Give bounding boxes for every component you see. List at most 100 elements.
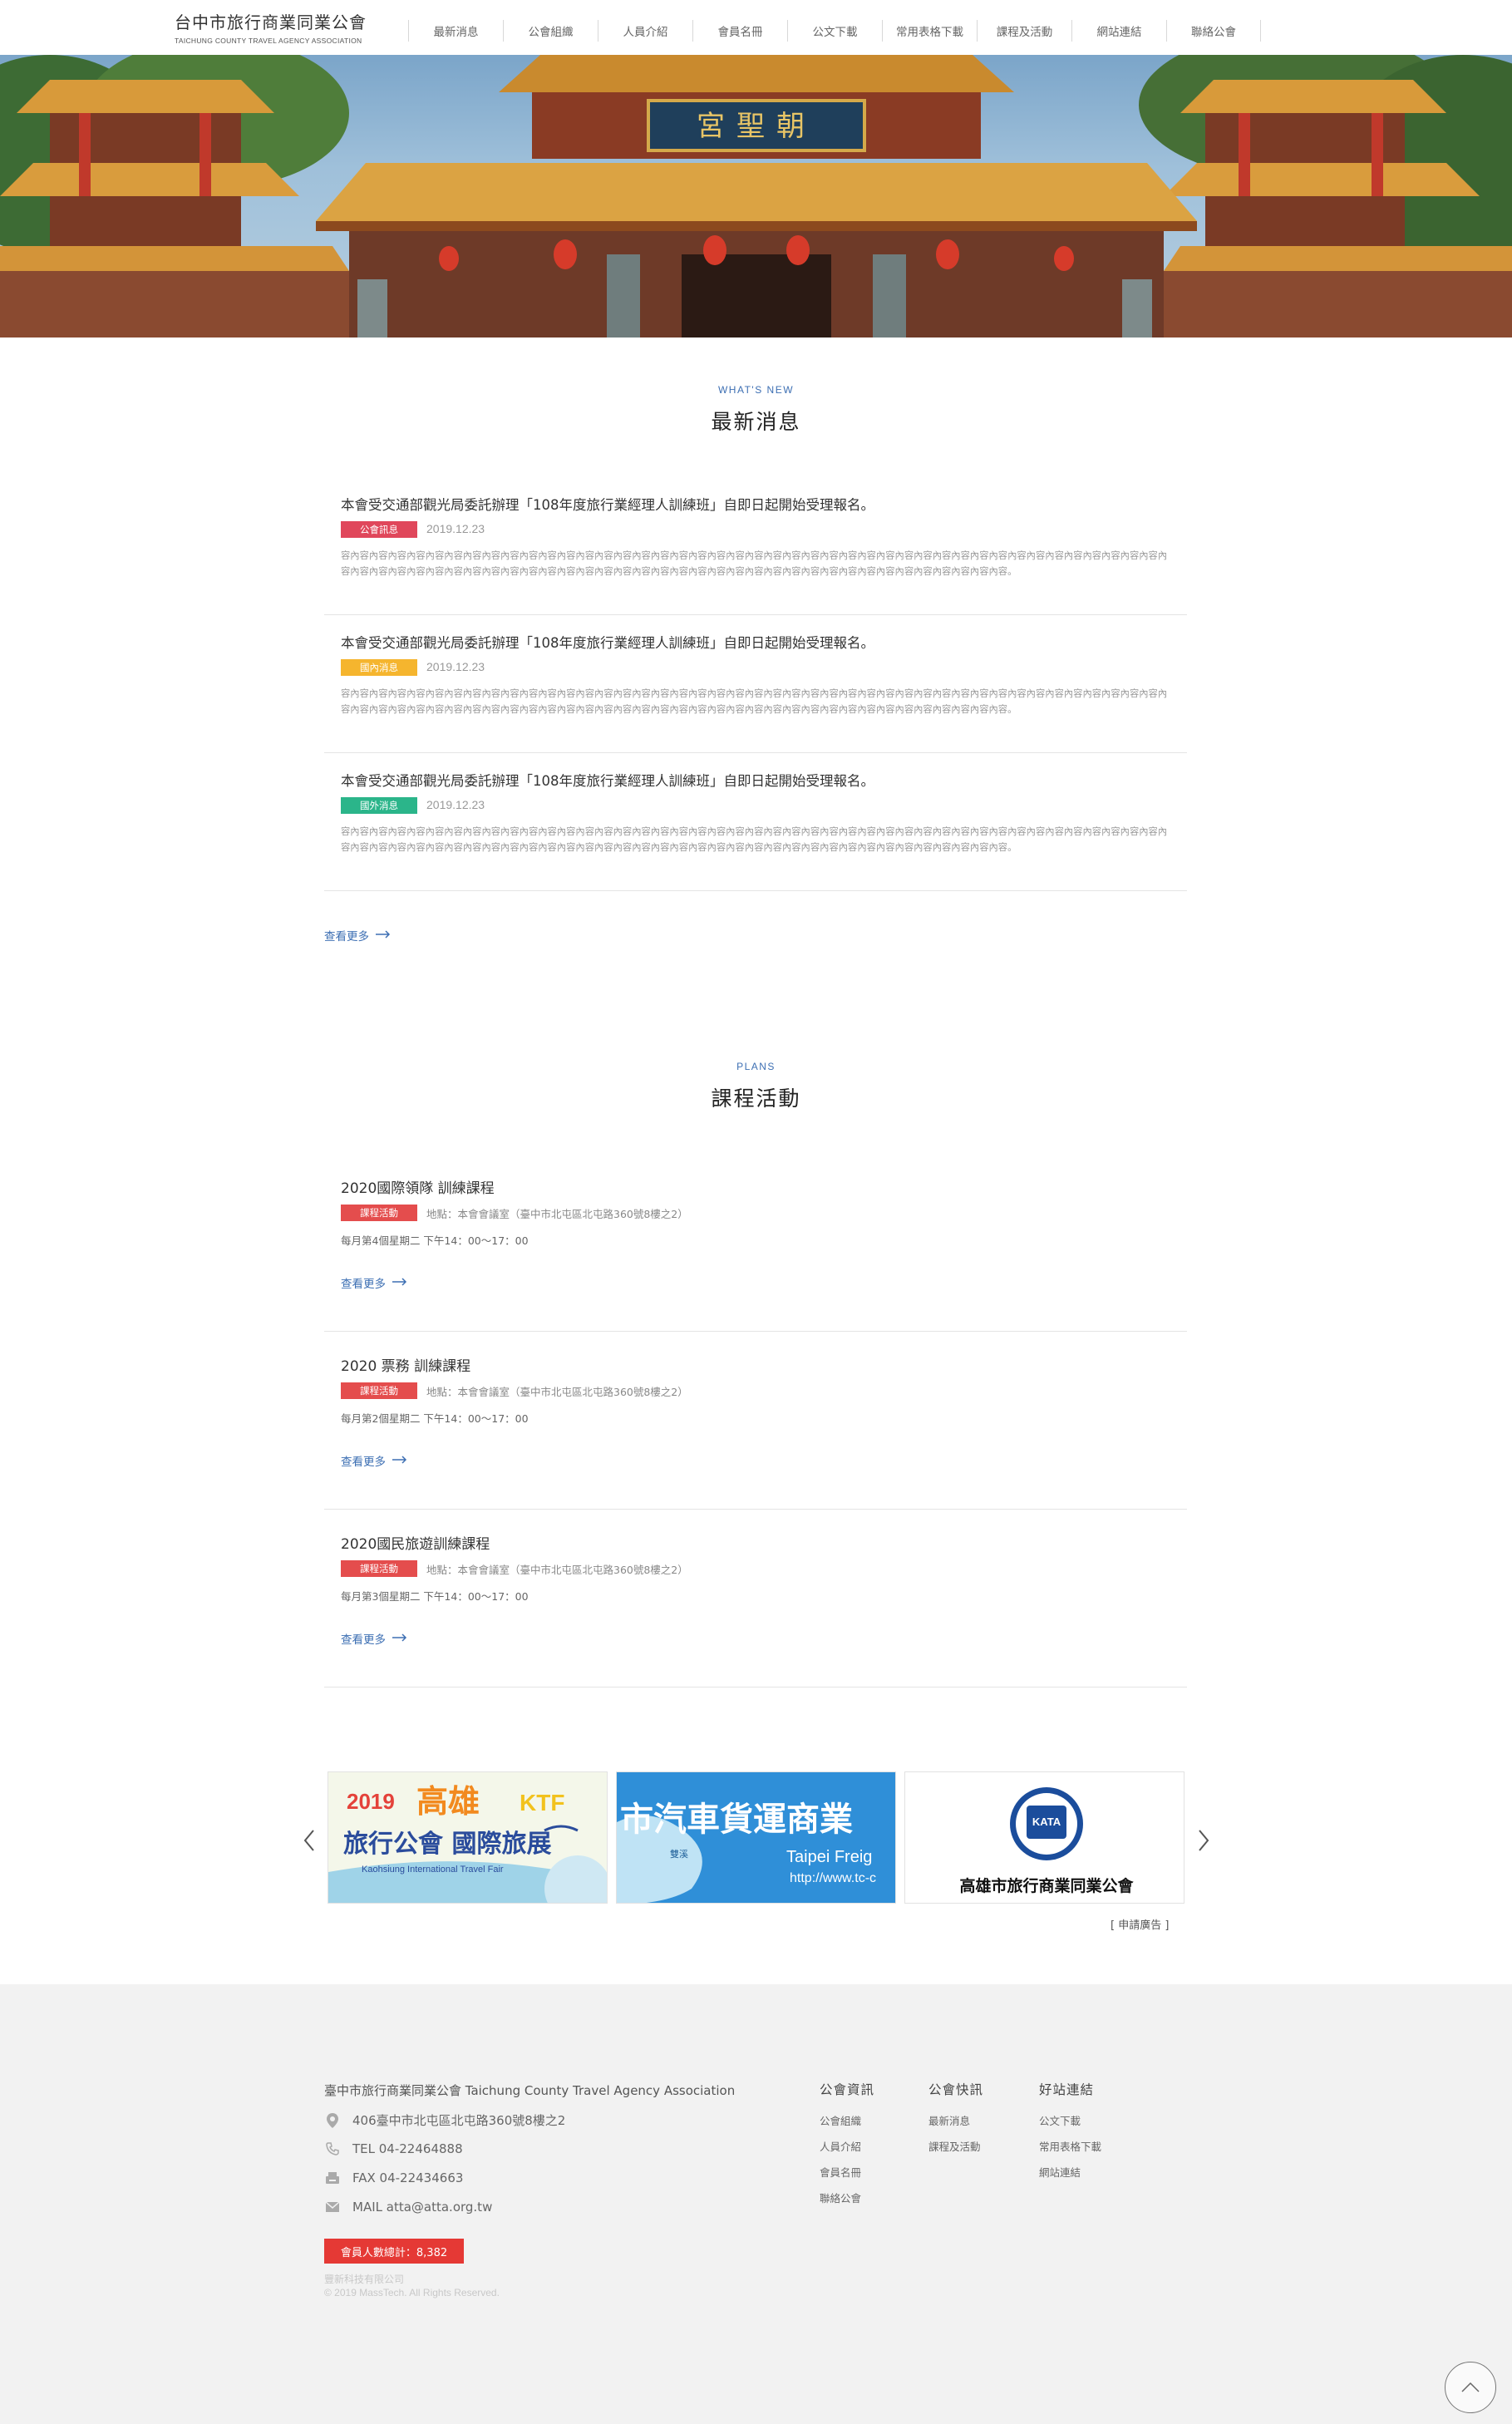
- site-header: 台中市旅行商業同業公會 TAICHUNG COUNTY TRAVEL AGENC…: [0, 0, 1512, 55]
- footer-company: 豐新科技有限公司: [324, 2274, 405, 2285]
- nav-item-staff[interactable]: 人員介紹: [598, 20, 692, 42]
- news-date: 2019.12.23: [426, 660, 485, 673]
- footer-tel-text: TEL 04-22464888: [352, 2141, 463, 2156]
- site-logo[interactable]: 台中市旅行商業同業公會 TAICHUNG COUNTY TRAVEL AGENC…: [175, 9, 367, 45]
- news-more-link[interactable]: 查看更多: [324, 927, 391, 943]
- plan-more-link[interactable]: 查看更多: [341, 1452, 407, 1469]
- ad2-text: 市汽車貨運商業: [620, 1801, 853, 1839]
- plan-title[interactable]: 2020 票務 訓練課程: [341, 1354, 470, 1375]
- news-section-heading: WHAT'S NEW 最新消息: [0, 384, 1512, 436]
- ad-banner-graphic: KATA 高雄市旅行商業同業公會: [905, 1772, 1184, 1903]
- footer-col-news: 公會快訊 最新消息 課程及活動: [928, 2080, 983, 2160]
- footer-link-staff[interactable]: 人員介紹: [820, 2134, 874, 2160]
- news-section-en: WHAT'S NEW: [717, 384, 795, 396]
- news-category-badge: 公會訊息: [341, 521, 417, 538]
- back-to-top-button[interactable]: [1445, 2362, 1496, 2413]
- plan-item: 2020 票務 訓練課程 課程活動 地點：本會會議室（臺中市北屯區北屯路360號…: [324, 1332, 1187, 1510]
- carousel-prev-button[interactable]: [299, 1825, 319, 1855]
- news-category-badge: 國內消息: [341, 659, 417, 676]
- news-item[interactable]: 本會受交通部觀光局委託辦理「108年度旅行業經理人訓練班」自即日起開始受理報名。…: [324, 477, 1187, 615]
- footer-col-links: 好站連結 公文下載 常用表格下載 網站連結: [1039, 2080, 1101, 2185]
- arrow-right-icon: [392, 1454, 407, 1467]
- temple-image: 宮聖朝: [0, 55, 1512, 337]
- ad-kaohsiung-association[interactable]: KATA 高雄市旅行商業同業公會: [904, 1771, 1184, 1904]
- plan-location: 地點：本會會議室（臺中市北屯區北屯路360號8樓之2）: [426, 1208, 688, 1220]
- hero-banner: 宮聖朝: [0, 55, 1512, 337]
- news-title[interactable]: 本會受交通部觀光局委託辦理「108年度旅行業經理人訓練班」自即日起開始受理報名。: [341, 494, 874, 514]
- chevron-up-icon: [1461, 2382, 1480, 2392]
- phone-icon: [324, 2141, 341, 2157]
- footer-link-courses[interactable]: 課程及活動: [928, 2134, 983, 2160]
- ad-banner-graphic: 市汽車貨運商業 Taipei Freig http://www.tc-c 雙溪: [617, 1772, 895, 1903]
- ad1-city: 高雄: [416, 1783, 480, 1820]
- footer-mail-text[interactable]: MAIL atta@atta.org.tw: [352, 2200, 492, 2215]
- plans-section-en: PLANS: [736, 1061, 776, 1072]
- nav-item-links[interactable]: 網站連結: [1071, 20, 1166, 42]
- footer-address-text: 406臺中市北屯區北屯路360號8樓之2: [352, 2113, 566, 2128]
- plan-category-badge: 課程活動: [341, 1382, 417, 1399]
- plan-location: 地點：本會會議室（臺中市北屯區北屯路360號8樓之2）: [426, 1386, 688, 1398]
- nav-item-forms[interactable]: 常用表格下載: [882, 20, 977, 42]
- carousel-next-button[interactable]: [1194, 1825, 1214, 1855]
- ad1-line2: 旅行公會 國際旅展: [343, 1830, 551, 1859]
- apply-ad-link[interactable]: [ 申請廣告 ]: [1111, 1916, 1169, 1932]
- footer-col-title: 好站連結: [1039, 2082, 1095, 2097]
- footer-col-title: 公會資訊: [820, 2082, 875, 2097]
- ad2-place: 雙溪: [670, 1849, 688, 1860]
- news-section-title: 最新消息: [711, 410, 801, 434]
- news-date: 2019.12.23: [426, 798, 485, 811]
- footer-fax-text: FAX 04-22434663: [352, 2170, 464, 2185]
- plan-title[interactable]: 2020國際領隊 訓練課程: [341, 1176, 495, 1197]
- nav-item-courses[interactable]: 課程及活動: [977, 20, 1071, 42]
- ad3-name: 高雄市旅行商業同業公會: [959, 1876, 1134, 1895]
- more-link-label: 查看更多: [324, 930, 369, 943]
- news-title[interactable]: 本會受交通部觀光局委託辦理「108年度旅行業經理人訓練班」自即日起開始受理報名。: [341, 770, 874, 790]
- footer-link-organization[interactable]: 公會組織: [820, 2108, 874, 2134]
- plans-section-title: 課程活動: [711, 1086, 801, 1111]
- footer-link-contact[interactable]: 聯絡公會: [820, 2185, 874, 2211]
- plan-schedule: 每月第3個星期二 下午14：00～17：00: [341, 1590, 529, 1603]
- nav-item-news[interactable]: 最新消息: [408, 20, 503, 42]
- footer-fax: FAX 04-22434663: [324, 2170, 463, 2186]
- nav-item-organization[interactable]: 公會組織: [503, 20, 598, 42]
- footer-link-forms[interactable]: 常用表格下載: [1039, 2134, 1101, 2160]
- nav-item-documents[interactable]: 公文下載: [787, 20, 882, 42]
- plan-category-badge: 課程活動: [341, 1560, 417, 1577]
- footer-link-websites[interactable]: 網站連結: [1039, 2160, 1101, 2185]
- news-item[interactable]: 本會受交通部觀光局委託辦理「108年度旅行業經理人訓練班」自即日起開始受理報名。…: [324, 615, 1187, 753]
- arrow-right-icon: [392, 1632, 407, 1645]
- footer-link-members[interactable]: 會員名冊: [820, 2160, 874, 2185]
- ad2-url: http://www.tc-c: [790, 1871, 876, 1885]
- nav-item-contact[interactable]: 聯絡公會: [1166, 20, 1261, 42]
- more-link-label: 查看更多: [341, 1278, 386, 1291]
- main-nav: 最新消息 公會組織 人員介紹 會員名冊 公文下載 常用表格下載 課程及活動 網站…: [408, 20, 1261, 42]
- fax-icon: [324, 2170, 341, 2186]
- footer-copyright: © 2019 MassTech. All Rights Reserved.: [324, 2287, 500, 2298]
- footer-link-news[interactable]: 最新消息: [928, 2108, 983, 2134]
- news-excerpt: 容內容內容內容內容內容內容內容內容內容內容內容內容內容內容內容內容內容內容內容內…: [341, 688, 1168, 715]
- footer-address: 406臺中市北屯區北屯路360號8樓之2: [324, 2111, 565, 2129]
- footer-org-name: 臺中市旅行商業同業公會 Taichung County Travel Agenc…: [324, 2083, 736, 2098]
- chevron-right-icon: [1199, 1830, 1209, 1851]
- plan-title[interactable]: 2020國民旅遊訓練課程: [341, 1532, 490, 1553]
- plan-item: 2020國民旅遊訓練課程 課程活動 地點：本會會議室（臺中市北屯區北屯路360號…: [324, 1510, 1187, 1687]
- ad-kaohsiung-travel-fair[interactable]: 2019 高雄 KTF 旅行公會 國際旅展 Kaohsiung Internat…: [328, 1771, 608, 1904]
- ad-banner-graphic: 2019 高雄 KTF 旅行公會 國際旅展 Kaohsiung Internat…: [328, 1772, 607, 1903]
- plan-more-link[interactable]: 查看更多: [341, 1630, 407, 1647]
- temple-plaque-text: 宮聖朝: [697, 110, 816, 143]
- plan-more-link[interactable]: 查看更多: [341, 1274, 407, 1291]
- footer-mail[interactable]: MAIL atta@atta.org.tw: [324, 2199, 492, 2215]
- news-item[interactable]: 本會受交通部觀光局委託辦理「108年度旅行業經理人訓練班」自即日起開始受理報名。…: [324, 753, 1187, 891]
- ad1-year: 2019: [347, 1789, 395, 1814]
- plan-category-badge: 課程活動: [341, 1205, 417, 1221]
- news-title[interactable]: 本會受交通部觀光局委託辦理「108年度旅行業經理人訓練班」自即日起開始受理報名。: [341, 632, 874, 652]
- more-link-label: 查看更多: [341, 1633, 386, 1647]
- footer-col-association-info: 公會資訊 公會組織 人員介紹 會員名冊 聯絡公會: [820, 2080, 874, 2211]
- nav-item-members[interactable]: 會員名冊: [692, 20, 787, 42]
- ad-taipei-freight[interactable]: 市汽車貨運商業 Taipei Freig http://www.tc-c 雙溪: [616, 1771, 896, 1904]
- logo-title: 台中市旅行商業同業公會: [175, 12, 367, 32]
- location-pin-icon: [324, 2112, 341, 2129]
- footer-link-documents[interactable]: 公文下載: [1039, 2108, 1101, 2134]
- ad1-line3: Kaohsiung International Travel Fair: [362, 1865, 504, 1875]
- news-category-badge: 國外消息: [341, 797, 417, 814]
